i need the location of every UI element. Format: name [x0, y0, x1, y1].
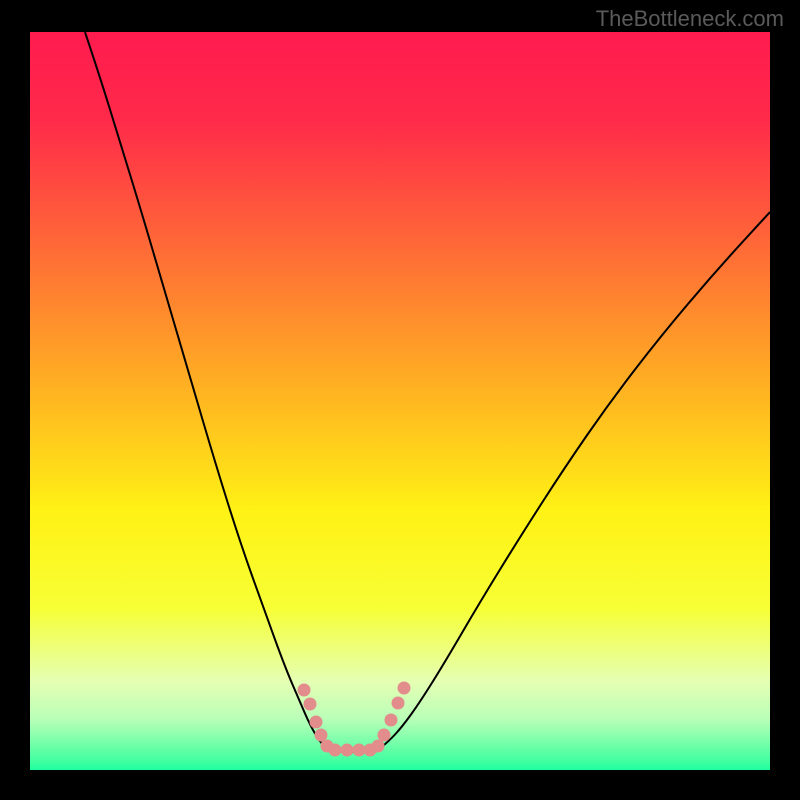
data-marker — [392, 697, 405, 710]
data-marker — [385, 714, 398, 727]
data-marker — [341, 744, 354, 757]
data-marker — [329, 744, 342, 757]
attribution-text: TheBottleneck.com — [596, 6, 784, 32]
data-marker — [310, 716, 323, 729]
data-marker — [372, 740, 385, 753]
data-marker — [378, 729, 391, 742]
data-marker — [315, 729, 328, 742]
data-marker — [304, 698, 317, 711]
data-marker — [298, 684, 311, 697]
plot-area — [30, 32, 770, 770]
gradient-background — [30, 32, 770, 770]
plot-svg — [30, 32, 770, 770]
data-marker — [398, 682, 411, 695]
